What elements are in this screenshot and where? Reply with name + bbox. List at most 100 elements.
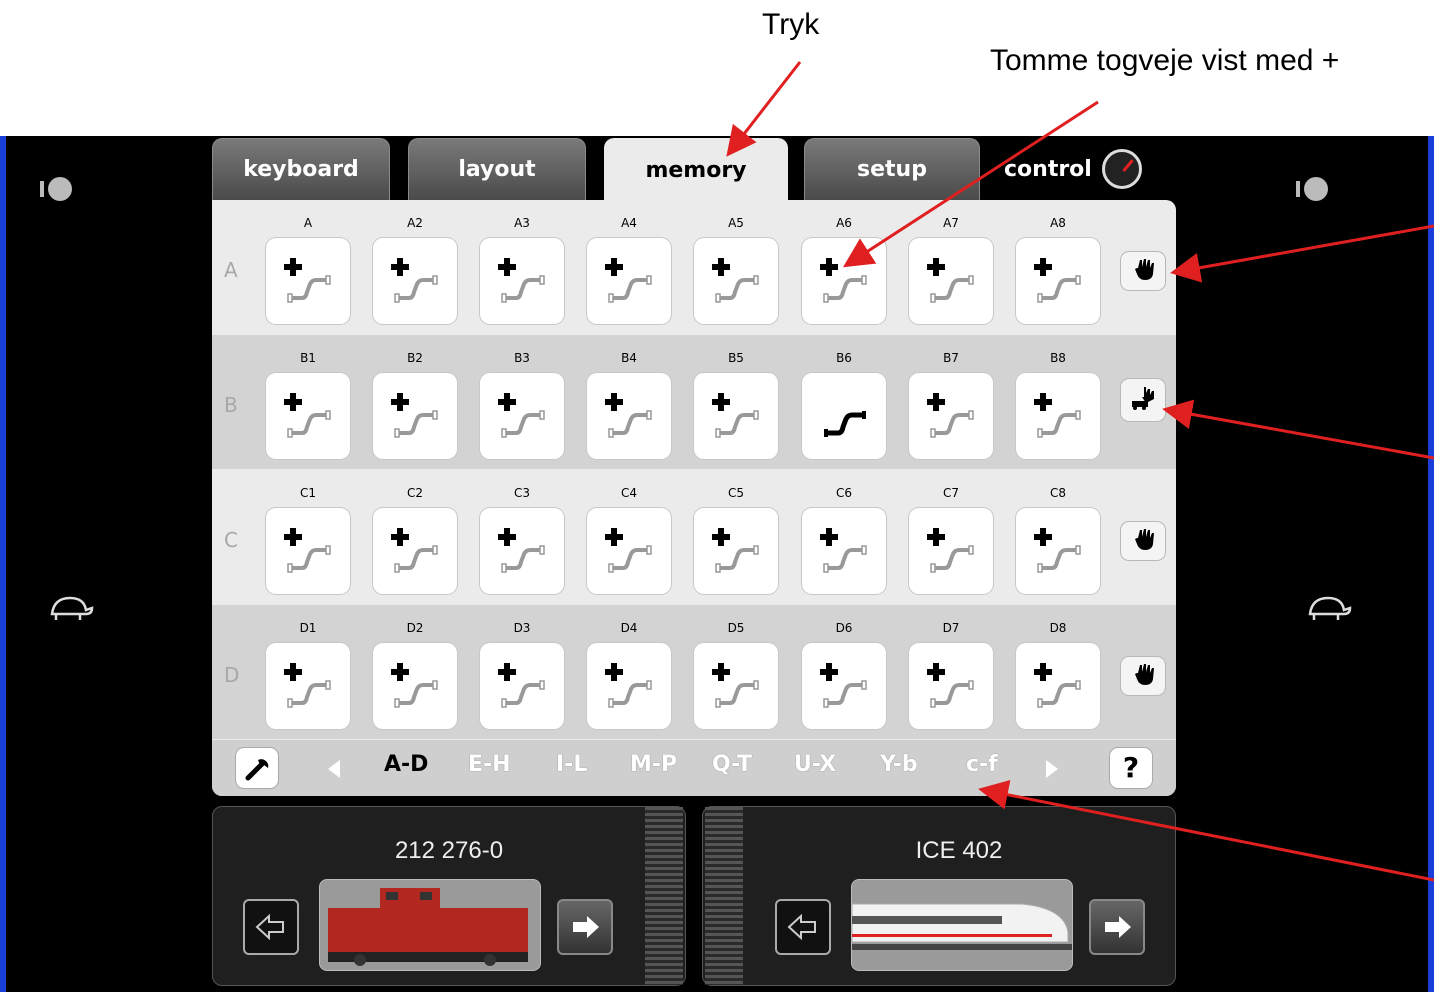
empty-route-icon <box>605 528 652 573</box>
page-a-d[interactable]: A-D <box>384 752 428 777</box>
empty-route-icon <box>284 258 331 303</box>
direction-left-button[interactable] <box>775 899 831 955</box>
route-slot-label: B5 <box>728 351 744 365</box>
route-slot-b1[interactable] <box>266 373 350 459</box>
route-slot-c5[interactable] <box>694 508 778 594</box>
route-slot-a8[interactable] <box>1016 238 1100 324</box>
route-slot-b2[interactable] <box>373 373 457 459</box>
empty-route-icon <box>712 393 759 438</box>
route-slot-label: A6 <box>836 216 852 230</box>
route-slot-b8[interactable] <box>1016 373 1100 459</box>
direction-right-button[interactable] <box>1089 899 1145 955</box>
route-slot-label: D4 <box>620 621 638 635</box>
tab-layout[interactable]: layout <box>408 138 586 200</box>
route-slot-d3[interactable] <box>480 643 564 729</box>
loco-image-left[interactable] <box>319 879 541 971</box>
tab-control-label: control <box>1004 156 1092 182</box>
empty-route-icon <box>498 663 545 708</box>
page-e-h[interactable]: E-H <box>468 752 511 777</box>
route-slot-b6[interactable] <box>802 373 886 459</box>
hand-locomotive-icon <box>1132 387 1154 410</box>
route-slot-label: D5 <box>727 621 745 635</box>
route-slot-c1[interactable] <box>266 508 350 594</box>
route-slot-d5[interactable] <box>694 643 778 729</box>
route-slot-label: A7 <box>943 216 959 230</box>
empty-route-icon <box>820 663 867 708</box>
memory-row-c: C C1 C2 C3 C4 C5 C6 C7 C8 <box>212 470 1176 604</box>
speed-meter-left[interactable] <box>645 807 683 985</box>
page-y-b[interactable]: Y-b <box>880 752 918 777</box>
route-slot-label: B3 <box>514 351 530 365</box>
empty-route-icon <box>1034 663 1081 708</box>
rabbit-icon <box>40 177 72 201</box>
direction-left-button[interactable] <box>243 899 299 955</box>
route-slot-c4[interactable] <box>587 508 671 594</box>
route-slot-c2[interactable] <box>373 508 457 594</box>
page-u-x[interactable]: U-X <box>794 752 836 777</box>
clock-icon <box>1101 149 1142 189</box>
route-slot-d2[interactable] <box>373 643 457 729</box>
route-slot-d8[interactable] <box>1016 643 1100 729</box>
annotation-press: Tryk <box>762 8 820 41</box>
page-c-f[interactable]: c-f <box>966 752 998 777</box>
tab-keyboard[interactable]: keyboard <box>212 138 390 200</box>
row-mode-button[interactable] <box>1121 657 1165 695</box>
route-slot-label: A3 <box>514 216 530 230</box>
settings-button[interactable] <box>236 748 278 788</box>
route-icon <box>824 411 866 437</box>
route-slot-c7[interactable] <box>909 508 993 594</box>
route-slot-b4[interactable] <box>587 373 671 459</box>
empty-route-icon <box>498 258 545 303</box>
page-prev-button[interactable] <box>326 758 342 780</box>
row-mode-button[interactable] <box>1121 522 1165 560</box>
memory-panel: A A A2 A3 A4 A5 A6 A7 A8 B B1 B2 B3 B4 B5 B6 B7 B8 C C1 C2 C3… <box>212 200 1176 796</box>
route-slot-d7[interactable] <box>909 643 993 729</box>
route-slot-d6[interactable] <box>802 643 886 729</box>
route-slot-a[interactable] <box>266 238 350 324</box>
direction-right-button[interactable] <box>557 899 613 955</box>
page-m-p[interactable]: M-P <box>630 752 677 777</box>
route-slot-label: A5 <box>728 216 744 230</box>
route-slot-label: C6 <box>835 486 852 500</box>
empty-route-icon <box>927 258 974 303</box>
route-slot-label: B6 <box>836 351 852 365</box>
route-slot-a2[interactable] <box>373 238 457 324</box>
route-slot-b5[interactable] <box>694 373 778 459</box>
tab-control[interactable]: control <box>978 138 1178 200</box>
empty-route-icon <box>927 393 974 438</box>
route-slot-label: B2 <box>407 351 423 365</box>
empty-route-icon <box>391 258 438 303</box>
speed-meter-right[interactable] <box>705 807 743 985</box>
route-slot-b7[interactable] <box>909 373 993 459</box>
route-slot-a6[interactable] <box>802 238 886 324</box>
route-slot-b3[interactable] <box>480 373 564 459</box>
page-next-button[interactable] <box>1044 758 1060 780</box>
tab-setup[interactable]: setup <box>804 138 980 200</box>
route-slot-label: D3 <box>513 621 531 635</box>
empty-route-icon <box>391 663 438 708</box>
page-q-t[interactable]: Q-T <box>712 752 752 777</box>
route-slot-a7[interactable] <box>909 238 993 324</box>
empty-route-icon <box>1034 528 1081 573</box>
route-slot-c8[interactable] <box>1016 508 1100 594</box>
row-mode-button[interactable] <box>1121 252 1165 290</box>
route-slot-c6[interactable] <box>802 508 886 594</box>
empty-route-icon <box>391 393 438 438</box>
route-slot-label: B8 <box>1050 351 1066 365</box>
route-slot-d1[interactable] <box>266 643 350 729</box>
hand-icon <box>1135 259 1154 280</box>
page-i-l[interactable]: I-L <box>556 752 587 777</box>
route-slot-a3[interactable] <box>480 238 564 324</box>
row-mode-button[interactable] <box>1121 379 1165 421</box>
tab-memory[interactable]: memory <box>604 138 788 202</box>
route-slot-label: D7 <box>942 621 960 635</box>
route-slot-a5[interactable] <box>694 238 778 324</box>
route-slot-d4[interactable] <box>587 643 671 729</box>
route-slot-a4[interactable] <box>587 238 671 324</box>
help-label: ? <box>1122 751 1140 784</box>
loco-image-right[interactable] <box>851 879 1073 971</box>
route-slot-c3[interactable] <box>480 508 564 594</box>
wrench-icon <box>245 759 269 781</box>
page-bar: A-D E-H I-L M-P Q-T U-X Y-b c-f ? <box>212 740 1176 796</box>
help-button[interactable]: ? <box>1110 748 1152 788</box>
